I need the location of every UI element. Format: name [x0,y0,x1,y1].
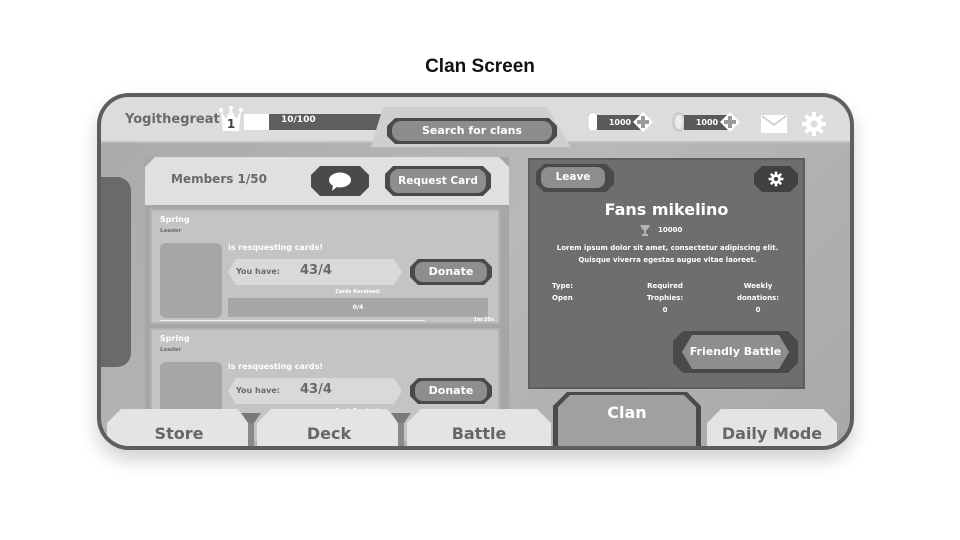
clan-name: Fans mikelino [604,200,729,219]
add-coins-icon[interactable] [720,112,740,132]
member-name: Spring [160,334,190,343]
donate-label: Donate [415,262,487,282]
member-name: Spring [160,215,190,224]
weekly-donations-value: 0 [755,306,761,314]
donate-button[interactable]: Donate [410,259,492,285]
you-have-label: You have: [236,267,280,276]
trophy-icon [640,225,650,236]
gear-icon [768,171,784,187]
required-trophies-value: 0 [662,306,668,314]
you-have-value: 43/4 [300,263,332,278]
leave-label: Leave [541,167,605,188]
member-role: Leader [160,228,182,234]
friendly-battle-button[interactable]: Friendly Battle [673,331,798,373]
request-text: is resquesting cards! [228,362,324,371]
cards-received-progress: 0/4 [228,298,488,317]
weekly-donations: Weekly donations: 0 [730,280,786,316]
xp-text: 10/100 [281,115,316,125]
tab-clan-label: Clan [558,395,696,446]
chat-bubble-icon [328,172,352,192]
required-trophies: Required Trophies: 0 [640,280,690,316]
clan-type: Type: Open [552,280,573,304]
level-number: 1 [227,117,235,131]
donate-label: Donate [415,381,487,401]
crown-level-icon: 1 [219,106,243,131]
xp-bar-fill [244,114,269,130]
search-clans-label: Search for clans [392,121,552,141]
tab-battle-label: Battle [451,424,507,443]
clan-info-panel: Leave Fans mikelino 10000 Lorem ipsum do… [528,158,805,389]
request-text: is resquesting cards! [228,243,324,252]
tab-deck[interactable]: Deck [257,409,401,446]
request-card-button[interactable]: Request Card [385,166,491,196]
tab-daily-mode[interactable]: Daily Mode [707,409,837,446]
member-request-card: Spring Leader is resquesting cards! You … [150,209,500,324]
clan-settings-button[interactable] [754,166,798,192]
tab-store-label: Store [154,424,204,443]
members-header: Members 1/50 Request Card [145,157,509,205]
you-have-value: 43/4 [300,382,332,397]
page-title: Clan Screen [425,56,535,77]
clan-description: Lorem ipsum dolor sit amet, consectetur … [556,244,779,264]
phone-frame: Yogithegreat 1 10/100 Search for clans 1… [97,93,854,450]
member-role: Leader [160,347,182,353]
username[interactable]: Yogithegreat [125,112,220,127]
chat-button[interactable] [311,166,369,196]
tab-store[interactable]: Store [107,409,251,446]
request-timer: 1m 20s [473,317,494,323]
you-have-box: You have: 43/4 [228,378,402,404]
cards-received-label: Cards Received: [335,289,381,295]
gear-icon[interactable] [801,111,827,137]
members-panel: Members 1/50 Request Card Spring Leader … [145,157,509,443]
weekly-donations-label: Weekly donations: [736,282,780,302]
tab-clan[interactable]: Clan [553,392,701,446]
leave-button[interactable]: Leave [536,164,614,192]
add-gems-icon[interactable] [633,112,653,132]
members-count: Members 1/50 [171,172,267,186]
tab-daily-mode-label: Daily Mode [721,424,823,443]
timer-bar [160,320,425,321]
mail-icon[interactable] [761,115,787,133]
requested-card-image [160,243,222,318]
tab-deck-label: Deck [306,424,352,443]
donate-button[interactable]: Donate [410,378,492,404]
clan-type-value: Open [552,294,573,302]
side-bumper [101,177,131,367]
clan-type-label: Type: [552,282,574,290]
required-trophies-label: Required Trophies: [646,282,684,302]
tab-battle[interactable]: Battle [407,409,551,446]
friendly-battle-label: Friendly Battle [682,335,789,369]
you-have-label: You have: [236,386,280,395]
request-card-label: Request Card [390,169,486,193]
game-screen: Yogithegreat 1 10/100 Search for clans 1… [101,97,850,446]
search-clans-button[interactable]: Search for clans [387,118,557,144]
clan-trophies: 10000 [658,226,683,234]
you-have-box: You have: 43/4 [228,259,402,285]
